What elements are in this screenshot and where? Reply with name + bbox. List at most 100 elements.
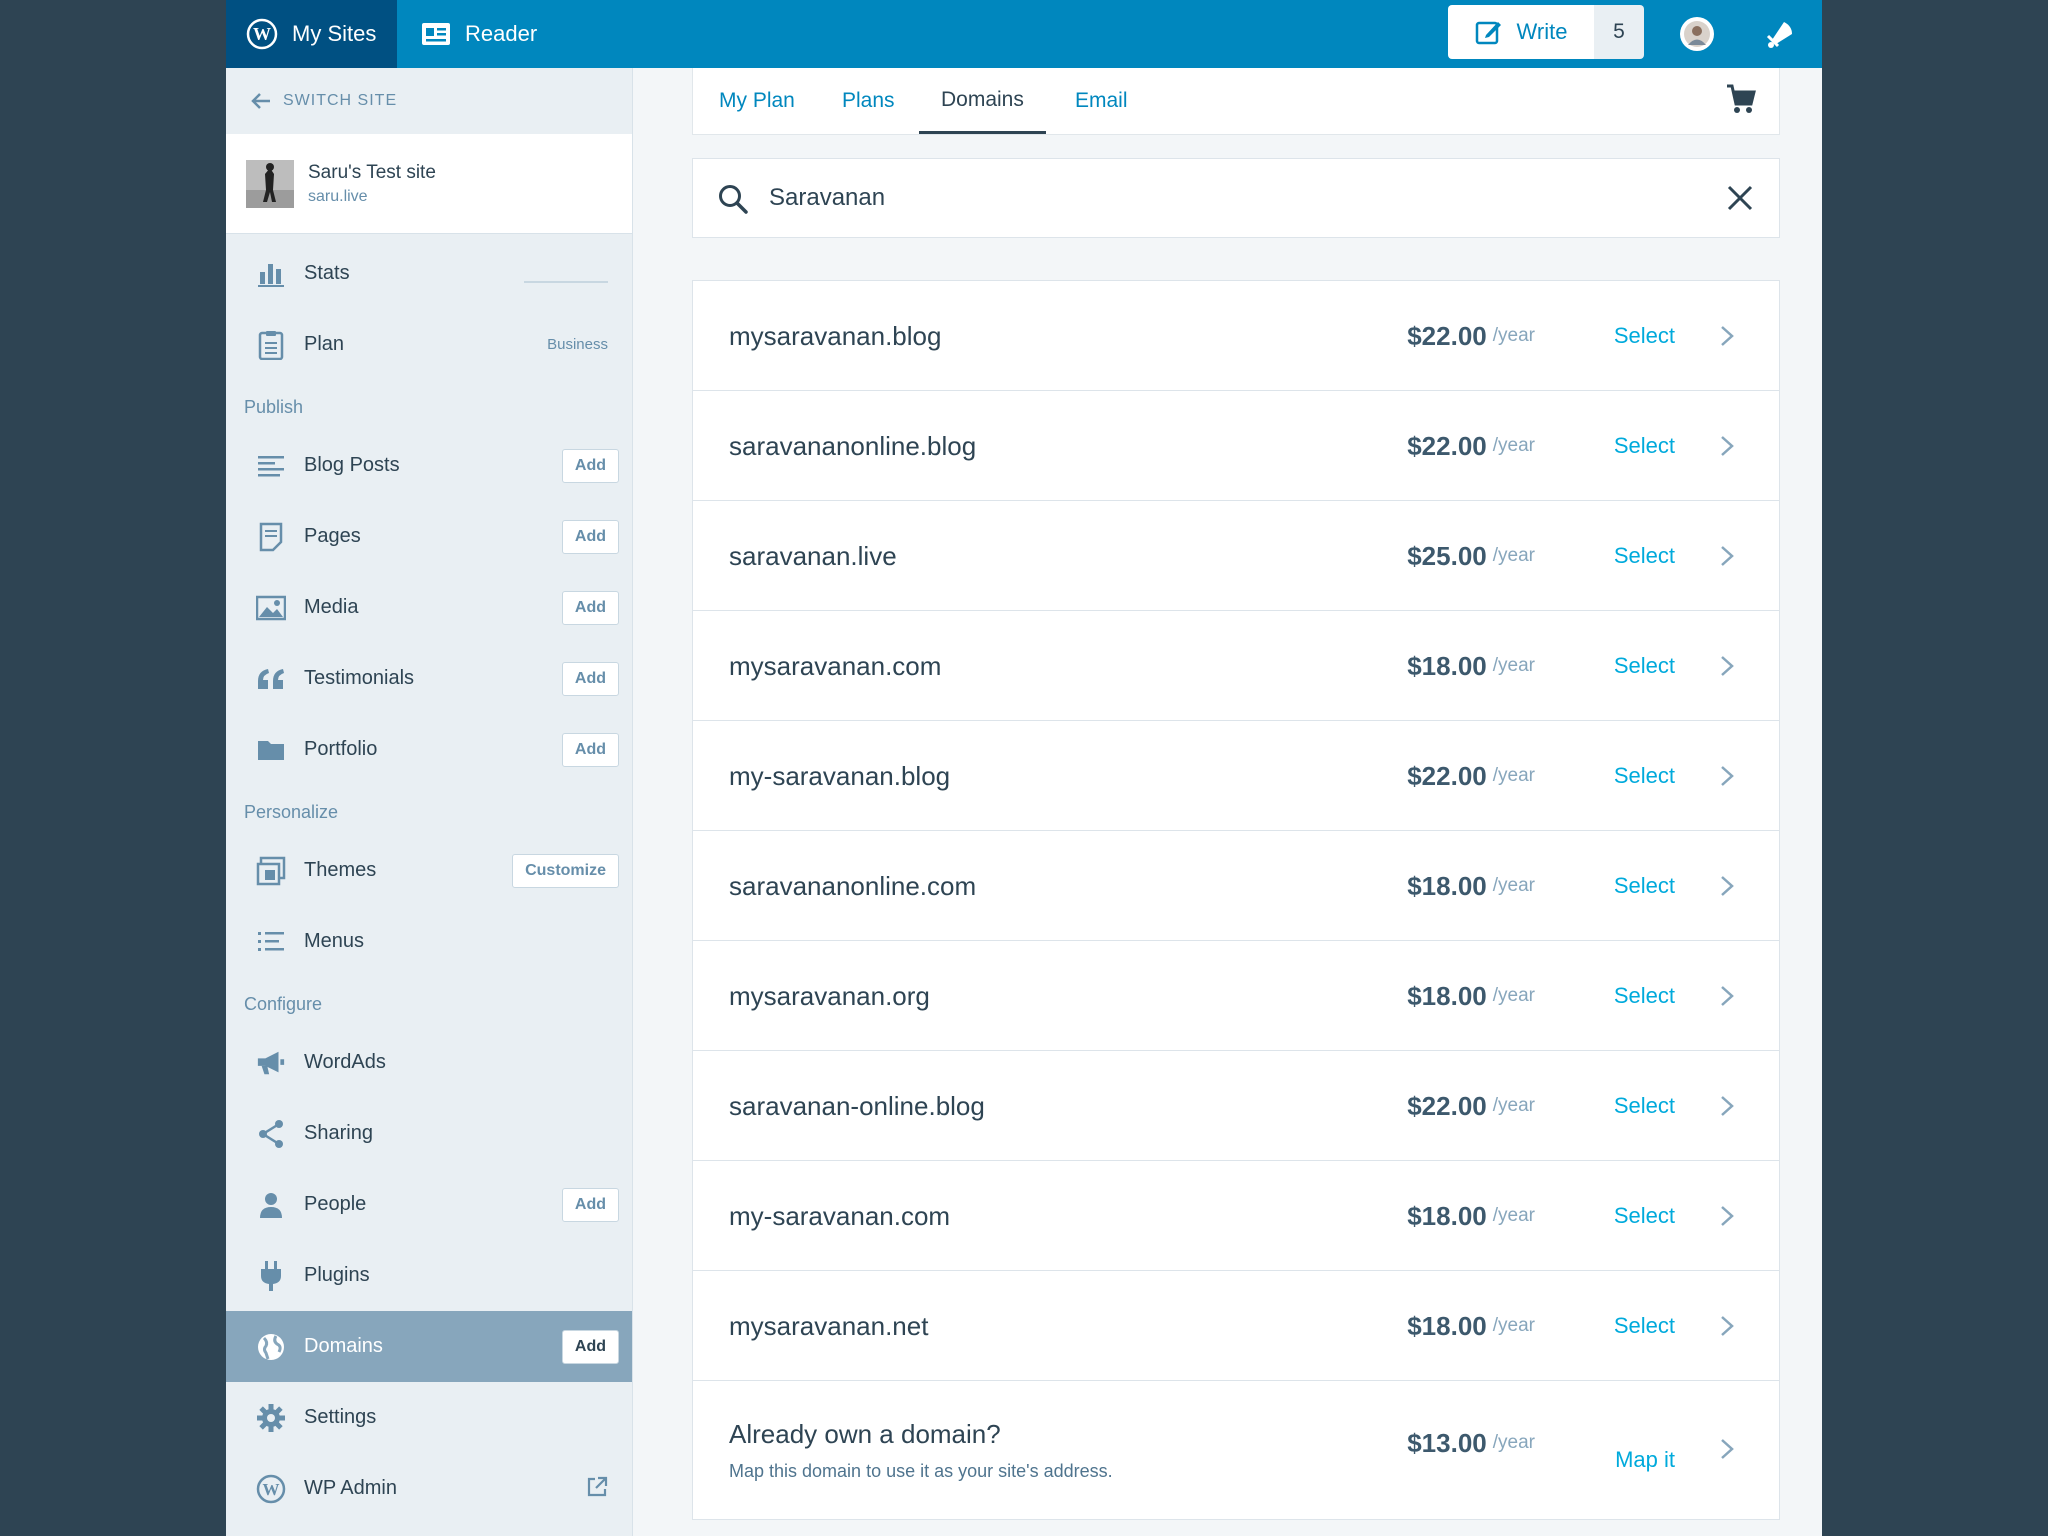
select-domain-button[interactable]: Select [1614,1161,1675,1271]
reader-icon [422,23,450,45]
domain-row[interactable]: my-saravanan.blog $22.00/year Select [693,721,1779,831]
domain-row[interactable]: mysaravanan.com $18.00/year Select [693,611,1779,721]
sidebar-item-wordads[interactable]: WordAds [226,1027,632,1098]
sidebar-item-label: People [304,1193,367,1215]
domain-row[interactable]: my-saravanan.com $18.00/year Select [693,1161,1779,1271]
cart-icon [1727,84,1756,113]
chevron-right-icon [1721,436,1734,456]
avatar[interactable] [1680,17,1714,51]
add-portfolio-button[interactable]: Add [561,732,619,767]
price-period: /year [1492,325,1535,346]
domain-price: $13.00/year [1407,1381,1535,1505]
add-page-button[interactable]: Add [561,519,619,554]
sidebar-item-settings[interactable]: Settings [226,1382,632,1453]
price-amount: $22.00 [1407,320,1487,351]
sidebar-item-themes[interactable]: Themes Customize [226,835,632,906]
switch-site-label: Switch Site [283,92,398,109]
domain-search-input[interactable] [769,159,1669,237]
add-media-button[interactable]: Add [561,590,619,625]
avatar-image [1684,21,1710,47]
notifications-button[interactable] [1762,18,1796,55]
add-domain-button[interactable]: Add [561,1329,619,1364]
plan-icon [256,330,286,360]
sidebar-item-plan[interactable]: Plan Business [226,309,632,380]
tab-my-plan[interactable]: My Plan [719,68,795,134]
menus-icon [256,927,286,957]
write-button[interactable]: Write [1448,5,1594,59]
sidebar-item-stats[interactable]: Stats [226,238,632,309]
map-domain-row[interactable]: Already own a domain? Map this domain to… [693,1381,1779,1519]
add-blog-post-button[interactable]: Add [561,448,619,483]
plug-icon [256,1260,286,1291]
select-domain-button[interactable]: Select [1614,831,1675,941]
price-amount: $22.00 [1407,430,1487,461]
wordpress-icon: W [256,1474,286,1504]
select-domain-button[interactable]: Select [1614,1271,1675,1381]
wordpress-icon: W [246,18,278,50]
price-period: /year [1492,765,1535,786]
price-amount: $18.00 [1407,1310,1487,1341]
close-icon[interactable] [1725,183,1755,213]
domain-row[interactable]: saravanan.live $25.00/year Select [693,501,1779,611]
sidebar-item-testimonials[interactable]: Testimonials Add [226,643,632,714]
megaphone-icon [256,1048,286,1078]
domain-row[interactable]: saravananonline.com $18.00/year Select [693,831,1779,941]
select-domain-button[interactable]: Select [1614,1051,1675,1161]
sidebar-item-label: WordAds [304,1051,386,1073]
sidebar-item-pages[interactable]: Pages Add [226,501,632,572]
tab-plans[interactable]: Plans [842,68,895,134]
domain-row[interactable]: mysaravanan.org $18.00/year Select [693,941,1779,1051]
globe-icon [256,1332,286,1362]
tab-domains[interactable]: Domains [919,68,1046,134]
site-card[interactable]: Saru's Test site saru.live [226,134,632,234]
sidebar-item-label: Plan [304,333,345,355]
sidebar-item-label: Settings [304,1406,377,1428]
sidebar-item-sharing[interactable]: Sharing [226,1098,632,1169]
domain-row[interactable]: saravanan-online.blog $22.00/year Select [693,1051,1779,1161]
domain-row[interactable]: saravananonline.blog $22.00/year Select [693,391,1779,501]
sidebar-item-plugins[interactable]: Plugins [226,1240,632,1311]
domain-row[interactable]: mysaravanan.blog $22.00/year Select [693,281,1779,391]
select-domain-button[interactable]: Select [1614,281,1675,391]
write-label: Write [1516,19,1568,44]
sidebar-item-media[interactable]: Media Add [226,572,632,643]
domain-row[interactable]: mysaravanan.net $18.00/year Select [693,1271,1779,1381]
select-domain-button[interactable]: Select [1614,501,1675,611]
sidebar-item-portfolio[interactable]: Portfolio Add [226,714,632,785]
reader-button[interactable]: Reader [421,0,537,68]
price-amount: $25.00 [1407,540,1487,571]
price-amount: $18.00 [1407,870,1487,901]
domain-name: saravananonline.com [729,870,977,901]
sidebar-item-blog-posts[interactable]: Blog Posts Add [226,430,632,501]
domain-price: $22.00/year [1407,1051,1535,1161]
price-period: /year [1492,435,1535,456]
chevron-right-icon [1721,656,1734,676]
sidebar-item-label: Themes [304,859,377,881]
add-people-button[interactable]: Add [561,1187,619,1222]
tab-email[interactable]: Email [1075,68,1128,134]
chevron-right-icon [1721,1316,1734,1336]
select-domain-button[interactable]: Select [1614,391,1675,501]
sidebar-item-wp-admin[interactable]: W WP Admin [226,1453,632,1524]
cart-button[interactable] [1725,82,1757,121]
select-domain-button[interactable]: Select [1614,611,1675,721]
switch-site-link[interactable]: Switch Site [226,68,632,134]
map-it-button[interactable]: Map it [1615,1391,1675,1529]
sidebar-item-menus[interactable]: Menus [226,906,632,977]
sidebar-item-people[interactable]: People Add [226,1169,632,1240]
person-icon [256,1190,286,1220]
my-sites-label: My Sites [292,21,377,46]
sidebar-item-label: Media [304,596,359,618]
select-domain-button[interactable]: Select [1614,721,1675,831]
app-window: W My Sites Reader Write 5 Switch Site [226,0,1822,1536]
select-domain-button[interactable]: Select [1614,941,1675,1051]
add-testimonial-button[interactable]: Add [561,661,619,696]
domain-price: $25.00/year [1407,501,1535,611]
domain-price: $22.00/year [1407,281,1535,391]
customize-button[interactable]: Customize [512,853,619,888]
drafts-count-button[interactable]: 5 [1594,5,1644,59]
sidebar-item-domains[interactable]: Domains Add [226,1311,632,1382]
chevron-right-icon [1721,766,1734,786]
my-sites-button[interactable]: W My Sites [226,0,397,68]
site-name: Saru's Test site [308,161,436,183]
